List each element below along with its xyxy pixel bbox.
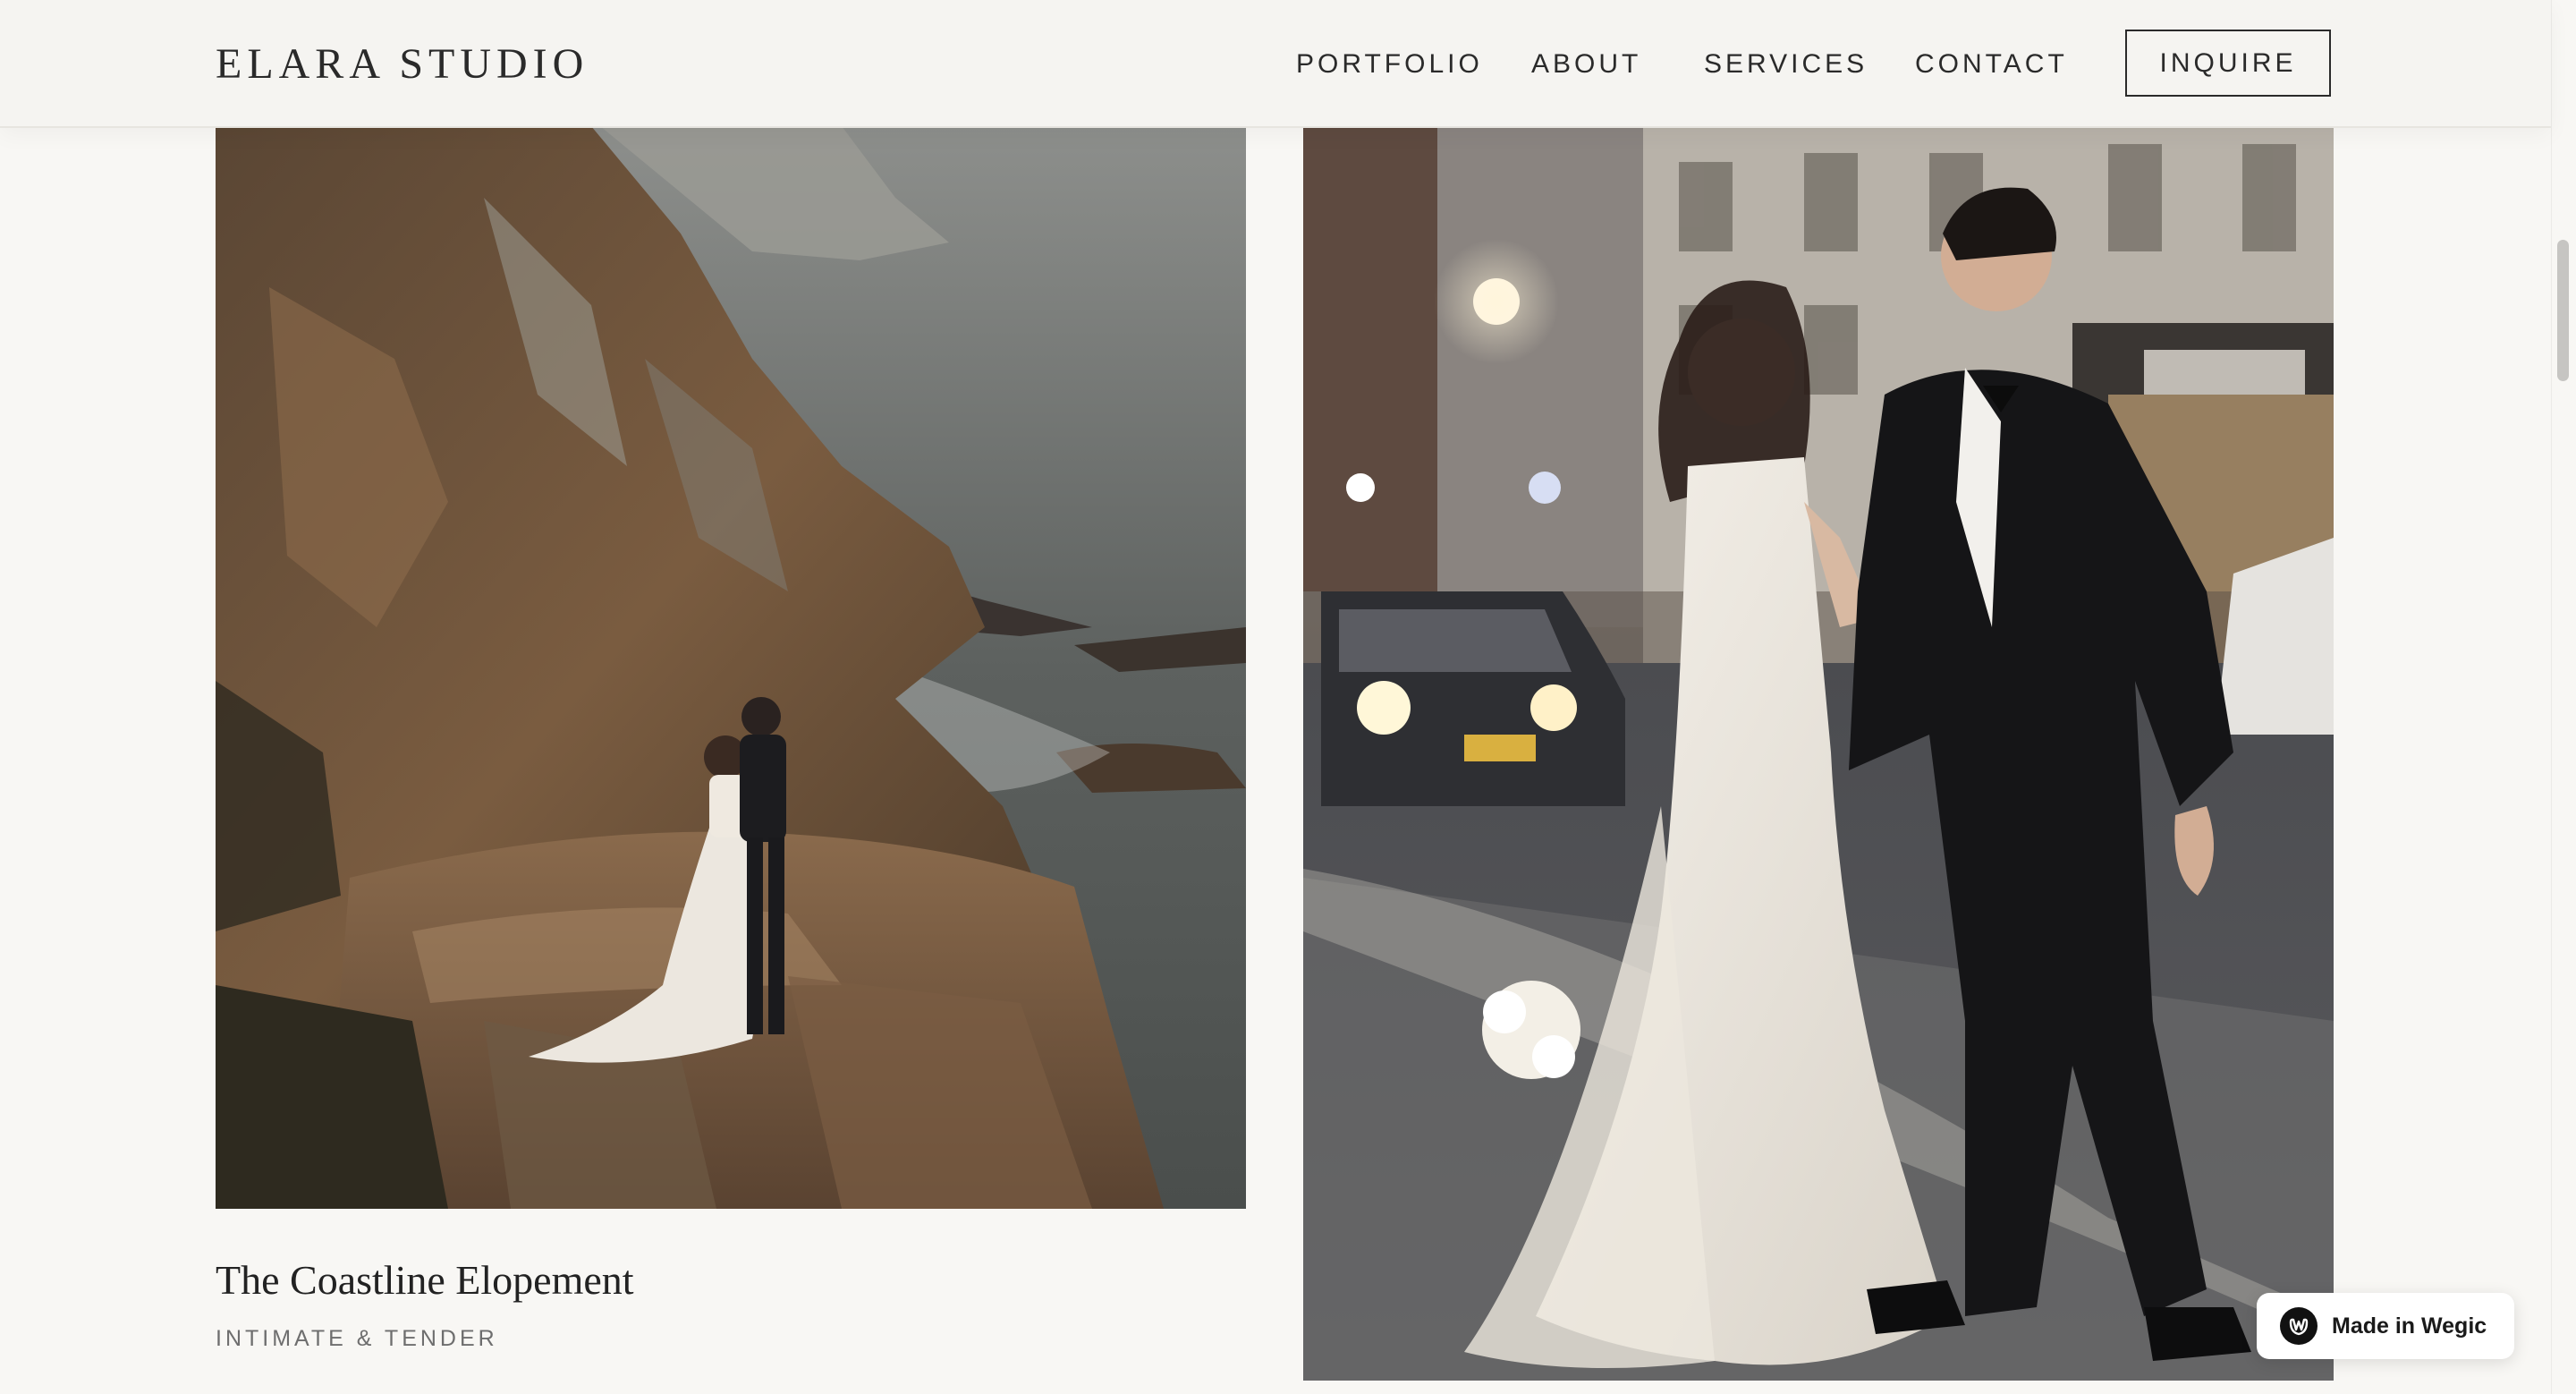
portfolio-card-title[interactable]: The Coastline Elopement: [216, 1256, 634, 1305]
site-header: ELARA STUDIO PORTFOLIO ABOUT SERVICES CO…: [0, 0, 2551, 128]
city-couple-photo[interactable]: [1303, 126, 2334, 1381]
portfolio-card-subtitle: INTIMATE & TENDER: [216, 1326, 498, 1351]
inquire-button[interactable]: INQUIRE: [2125, 30, 2331, 97]
nav-link-contact[interactable]: CONTACT: [1915, 49, 2068, 80]
nav-link-services[interactable]: SERVICES: [1704, 49, 1868, 80]
made-in-wegic-badge[interactable]: Made in Wegic: [2257, 1293, 2514, 1359]
coastline-photo-illustration: [216, 126, 1246, 1209]
city-photo-illustration: [1303, 126, 2334, 1381]
nav-link-about[interactable]: ABOUT: [1531, 49, 1641, 80]
wegic-logo-icon: [2280, 1307, 2318, 1345]
badge-label: Made in Wegic: [2332, 1313, 2487, 1339]
scrollbar-thumb[interactable]: [2557, 240, 2569, 381]
coastline-elopement-photo[interactable]: [216, 126, 1246, 1209]
nav-link-portfolio[interactable]: PORTFOLIO: [1296, 49, 1483, 80]
scrollbar-track[interactable]: [2551, 0, 2576, 1394]
